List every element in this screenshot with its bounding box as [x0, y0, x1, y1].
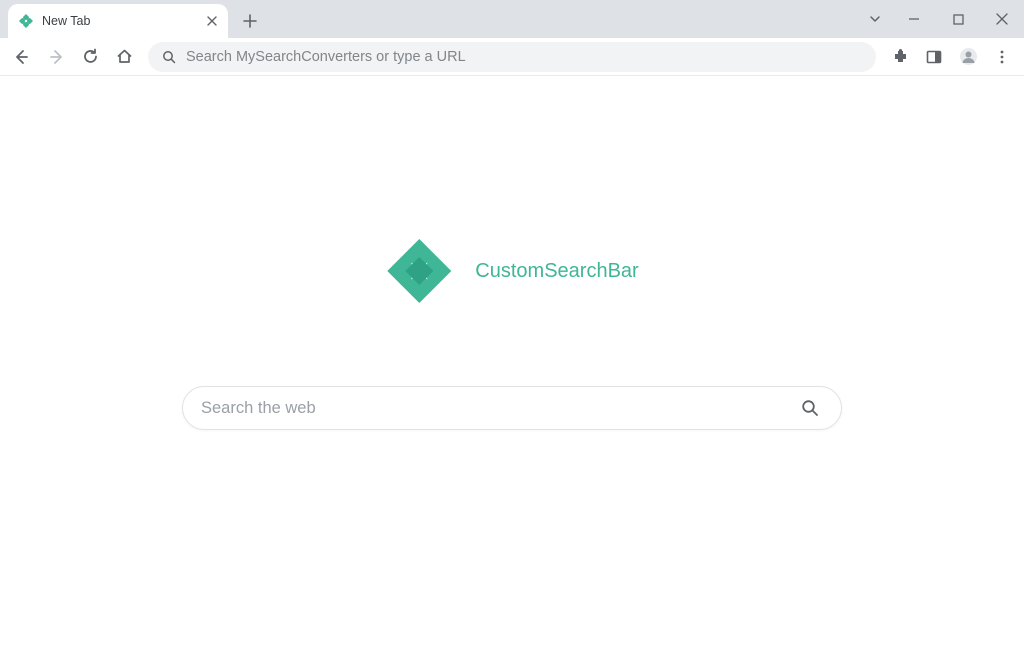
tab-close-button[interactable] [204, 13, 220, 29]
maximize-icon [953, 14, 964, 25]
brand-mark-icon [385, 237, 453, 305]
menu-button[interactable] [986, 41, 1018, 73]
forward-button[interactable] [40, 41, 72, 73]
search-icon [801, 399, 819, 417]
home-button[interactable] [108, 41, 140, 73]
extensions-icon [892, 48, 909, 65]
window-controls [858, 0, 1024, 38]
forward-icon [47, 48, 65, 66]
back-button[interactable] [6, 41, 38, 73]
search-button[interactable] [797, 395, 823, 421]
reload-icon [82, 48, 99, 65]
omnibox-placeholder: Search MySearchConverters or type a URL [186, 49, 862, 65]
profile-icon [959, 47, 978, 66]
titlebar: New Tab [0, 0, 1024, 38]
chevron-down-icon [869, 13, 881, 25]
page-content: CustomSearchBar [0, 76, 1024, 668]
close-icon [207, 16, 217, 26]
minimize-icon [908, 13, 920, 25]
minimize-button[interactable] [892, 3, 936, 35]
plus-icon [243, 14, 257, 28]
reload-button[interactable] [74, 41, 106, 73]
tab-title: New Tab [42, 14, 204, 28]
sidepanel-button[interactable] [918, 41, 950, 73]
search-bar[interactable] [182, 386, 842, 430]
omnibox[interactable]: Search MySearchConverters or type a URL [148, 42, 876, 72]
close-icon [996, 13, 1008, 25]
brand-name: CustomSearchBar [475, 260, 638, 283]
window-close-button[interactable] [980, 3, 1024, 35]
new-tab-button[interactable] [236, 7, 264, 35]
search-icon [162, 50, 176, 64]
home-icon [116, 48, 133, 65]
profile-button[interactable] [952, 41, 984, 73]
tabs-dropdown-button[interactable] [858, 3, 892, 35]
menu-icon [994, 49, 1010, 65]
tab-favicon-icon [18, 13, 34, 29]
back-icon [13, 48, 31, 66]
search-input[interactable] [201, 399, 797, 418]
toolbar: Search MySearchConverters or type a URL [0, 38, 1024, 76]
sidepanel-icon [926, 49, 942, 65]
maximize-button[interactable] [936, 3, 980, 35]
brand-logo: CustomSearchBar [385, 237, 638, 305]
extensions-button[interactable] [884, 41, 916, 73]
browser-tab[interactable]: New Tab [8, 4, 228, 38]
